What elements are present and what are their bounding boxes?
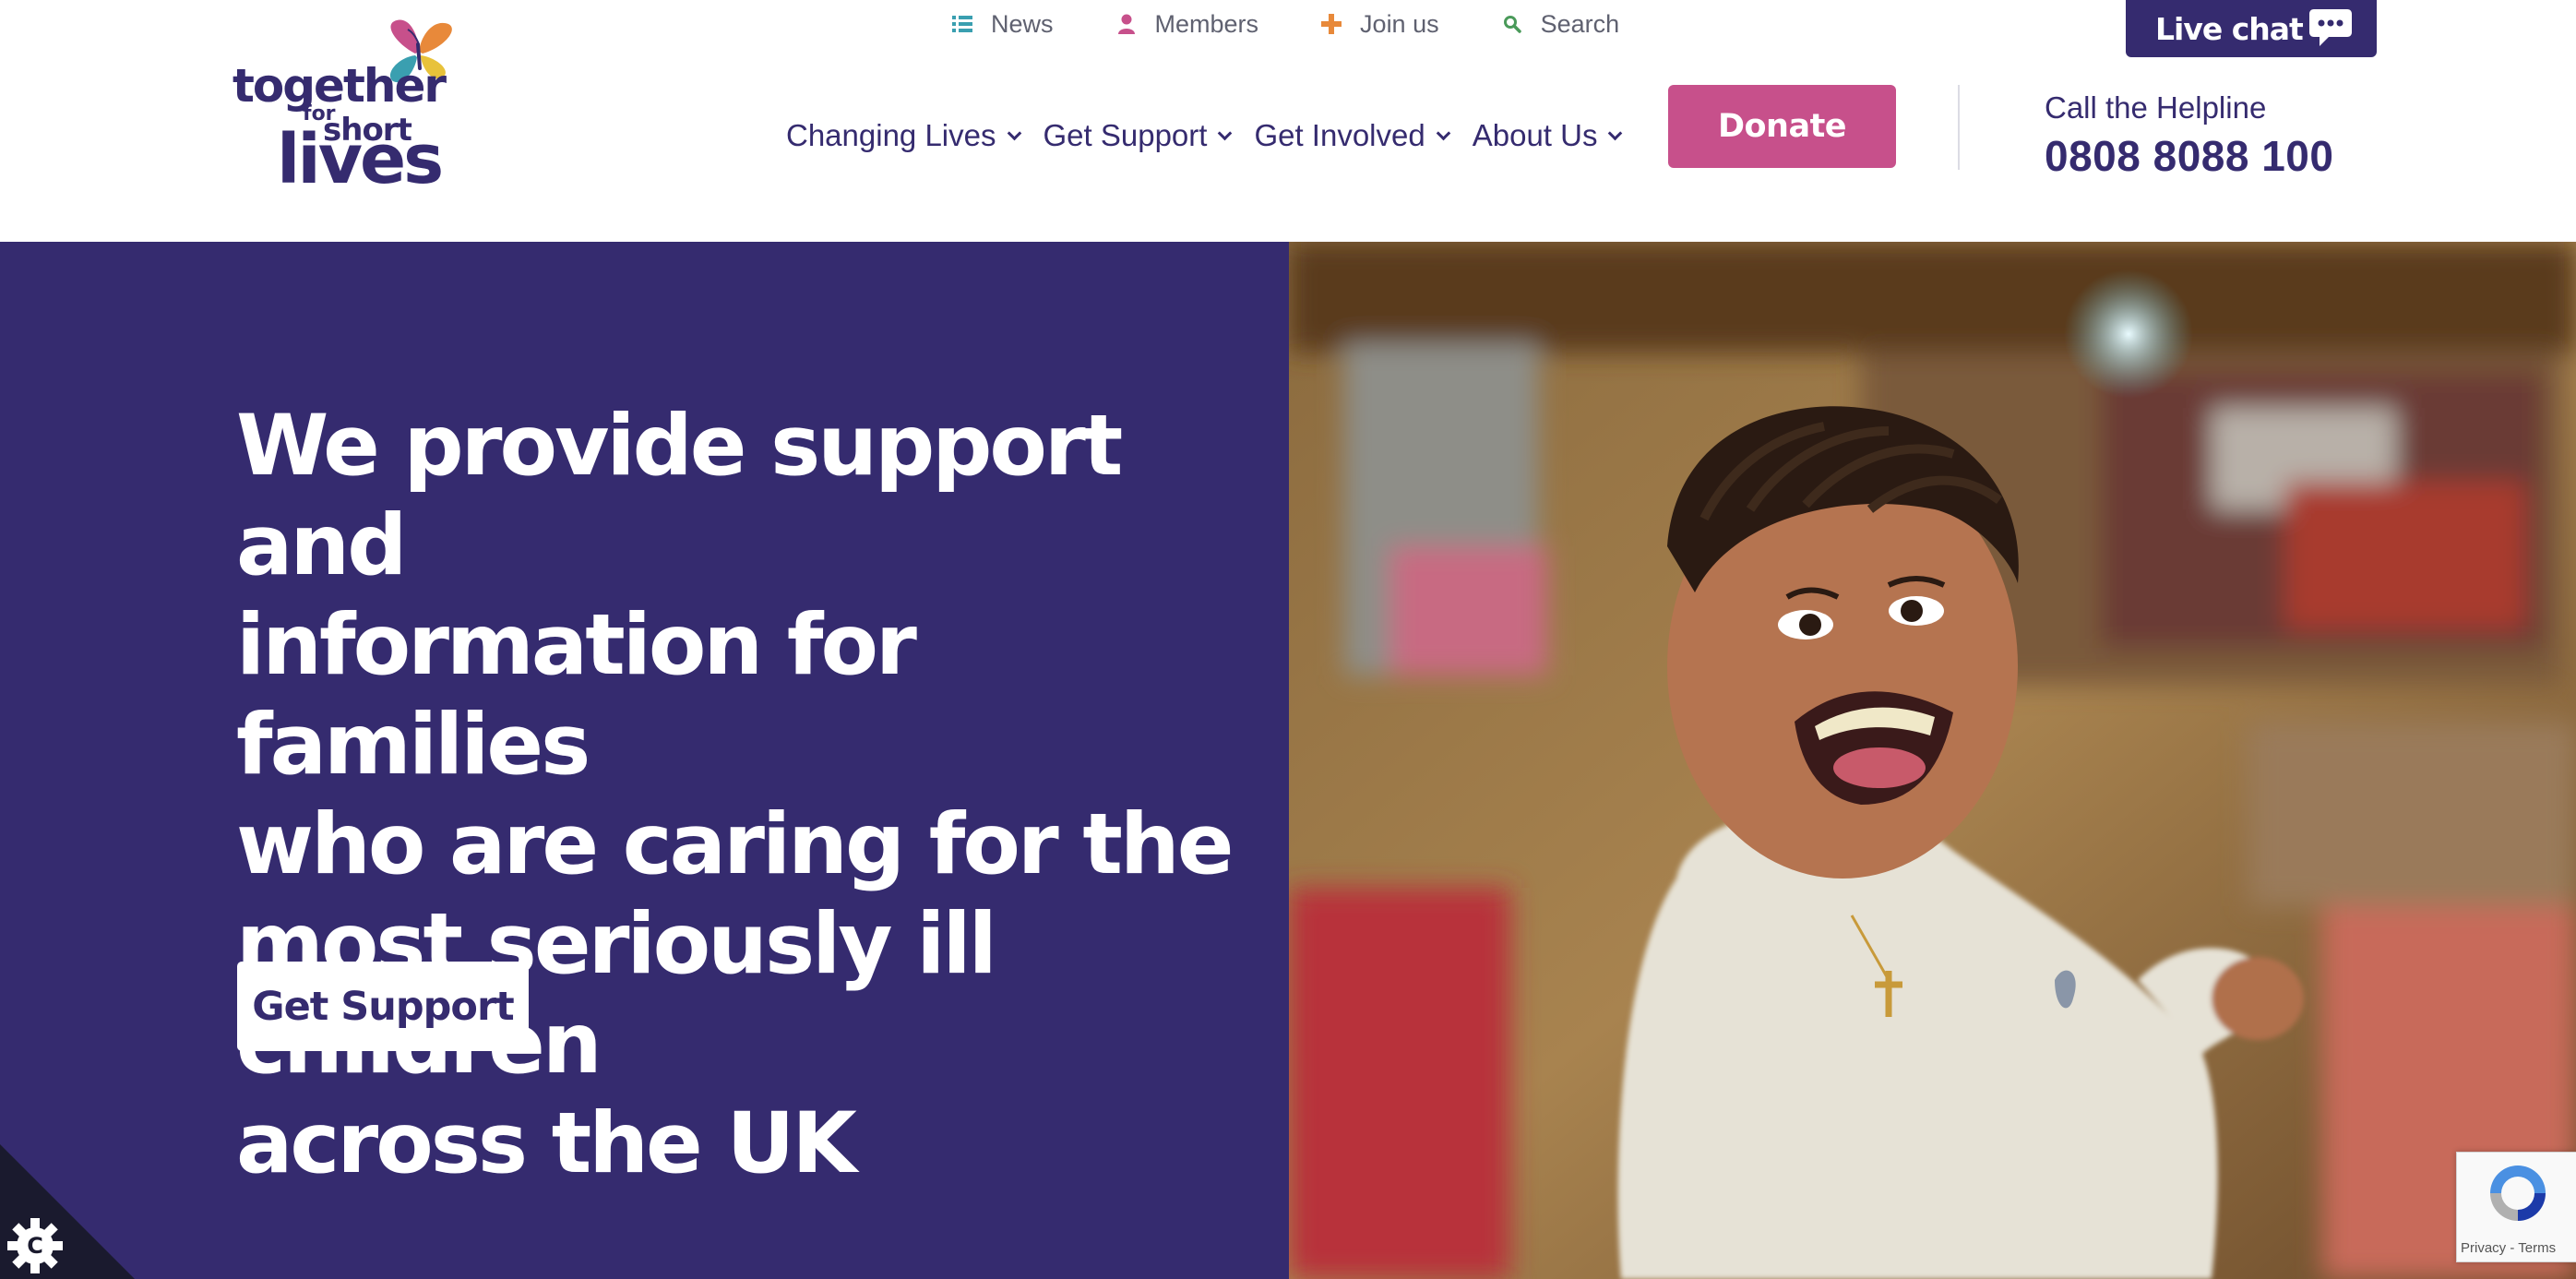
recaptcha-separator: - [2506,1240,2519,1256]
utility-news-link[interactable]: News [950,10,1054,39]
recaptcha-privacy-link[interactable]: Privacy [2461,1240,2506,1256]
chevron-down-icon [1007,126,1021,140]
nav-get-support[interactable]: Get Support [1043,118,1233,153]
hero-line: across the UK [236,1095,857,1192]
utility-search-label: Search [1540,9,1620,38]
header-divider [1958,85,1960,170]
hero-heading: We provide support and information for f… [236,397,1270,1194]
speech-bubble-icon [2308,7,2353,55]
get-support-button[interactable]: Get Support [237,962,529,1051]
recaptcha-links: Privacy - Terms [2461,1240,2556,1256]
utility-news-label: News [991,9,1054,38]
utility-members-label: Members [1154,9,1259,38]
utility-join-label: Join us [1360,9,1439,38]
utility-search-link[interactable]: Search [1500,9,1620,39]
chevron-down-icon [1218,126,1233,140]
search-icon [1500,12,1524,36]
nav-get-involved-label: Get Involved [1254,118,1425,152]
helpline-phone-link[interactable]: 0808 8088 100 [2045,131,2333,181]
svg-text:C: C [27,1233,43,1259]
hero-line: who are caring for the [236,796,1234,893]
hero-line: We provide support and [236,398,1123,594]
logo-word-lives: lives [277,120,444,199]
hero-line: information for families [236,597,917,794]
utility-nav: News Members Join us Search [950,7,1619,41]
recaptcha-icon [2490,1165,2546,1221]
live-chat-label: Live chat [2155,10,2304,47]
utility-join-link[interactable]: Join us [1319,10,1439,39]
nav-changing-lives[interactable]: Changing Lives [786,118,1021,153]
plus-icon [1319,12,1343,36]
chevron-down-icon [1436,126,1451,140]
chevron-down-icon [1608,126,1623,140]
live-chat-button[interactable]: Live chat [2126,0,2377,57]
helpline-label: Call the Helpline [2045,90,2267,125]
nav-get-support-label: Get Support [1043,118,1208,152]
person-icon [1115,12,1139,36]
nav-about-us[interactable]: About Us [1472,118,1623,153]
cookie-settings-button[interactable]: C [0,1144,135,1279]
utility-members-link[interactable]: Members [1115,9,1259,39]
site-logo[interactable]: together for short lives [231,17,461,199]
recaptcha-badge[interactable]: Privacy - Terms [2456,1152,2576,1262]
site-header: together for short lives News Members Jo… [0,0,2576,242]
nav-get-involved[interactable]: Get Involved [1254,118,1451,153]
main-nav: Changing Lives Get Support Get Involved … [786,114,1623,157]
nav-changing-lives-label: Changing Lives [786,118,996,152]
donate-button[interactable]: Donate [1668,85,1896,168]
recaptcha-terms-link[interactable]: Terms [2518,1240,2556,1256]
gear-icon: C [7,1218,63,1273]
logo-word-together: together [233,59,447,113]
nav-about-us-label: About Us [1472,118,1598,152]
list-icon [950,12,974,36]
hero-photo-child [1289,242,2576,1279]
